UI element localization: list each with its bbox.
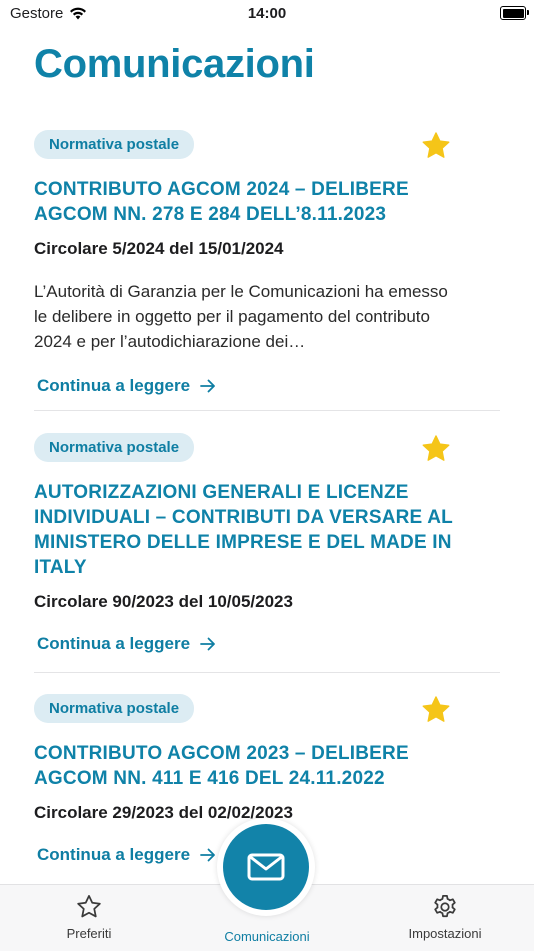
- page-title: Comunicazioni: [34, 42, 315, 86]
- arrow-right-icon: [200, 637, 215, 651]
- star-icon[interactable]: [420, 694, 452, 726]
- tab-impostazioni[interactable]: Impostazioni: [375, 893, 515, 941]
- mail-icon: [247, 853, 285, 881]
- divider: [34, 672, 500, 673]
- card-circolare: Circolare 90/2023 del 10/05/2023: [34, 592, 293, 611]
- category-tag: Normativa postale: [34, 130, 195, 159]
- status-time: 14:00: [247, 5, 287, 22]
- category-tag: Normativa postale: [34, 433, 195, 462]
- read-more-label: Continua a leggere: [37, 845, 191, 864]
- tab-comunicazioni[interactable]: Comunicazioni: [197, 927, 337, 944]
- tab-comunicazioni-label: Comunicazioni: [224, 929, 310, 944]
- tab-preferiti-label: Preferiti: [66, 926, 112, 941]
- read-more-label: Continua a leggere: [37, 634, 191, 653]
- card-title[interactable]: CONTRIBUTO AGCOM 2023 – DELIBERE AGCOM N…: [34, 741, 444, 791]
- battery-icon: [500, 6, 529, 20]
- divider: [34, 410, 500, 411]
- star-outline-icon: [77, 895, 101, 918]
- compose-button-inner[interactable]: [223, 824, 309, 910]
- arrow-right-icon: [200, 379, 215, 393]
- read-more-link[interactable]: Continua a leggere: [34, 376, 500, 396]
- gear-icon: [434, 895, 456, 918]
- star-icon[interactable]: [420, 130, 452, 162]
- read-more-link[interactable]: Continua a leggere: [34, 634, 500, 654]
- tab-preferiti[interactable]: Preferiti: [19, 893, 159, 941]
- status-bar: Gestore 14:00: [0, 0, 534, 28]
- arrow-right-icon: [200, 848, 215, 862]
- tab-impostazioni-label: Impostazioni: [408, 926, 482, 941]
- card-title[interactable]: CONTRIBUTO AGCOM 2024 – DELIBERE AGCOM N…: [34, 177, 454, 227]
- read-more-label: Continua a leggere: [37, 376, 191, 395]
- card-circolare: Circolare 5/2024 del 15/01/2024: [34, 239, 284, 258]
- communication-card[interactable]: Normativa postale CONTRIBUTO AGCOM 2024 …: [34, 130, 500, 396]
- star-icon[interactable]: [420, 433, 452, 465]
- compose-button[interactable]: [217, 818, 315, 916]
- card-excerpt: L’Autorità di Garanzia per le Comunicazi…: [34, 282, 448, 351]
- communication-card[interactable]: Normativa postale AUTORIZZAZIONI GENERAL…: [34, 433, 500, 654]
- card-title[interactable]: AUTORIZZAZIONI GENERALI E LICENZE INDIVI…: [34, 480, 464, 580]
- category-tag: Normativa postale: [34, 694, 195, 723]
